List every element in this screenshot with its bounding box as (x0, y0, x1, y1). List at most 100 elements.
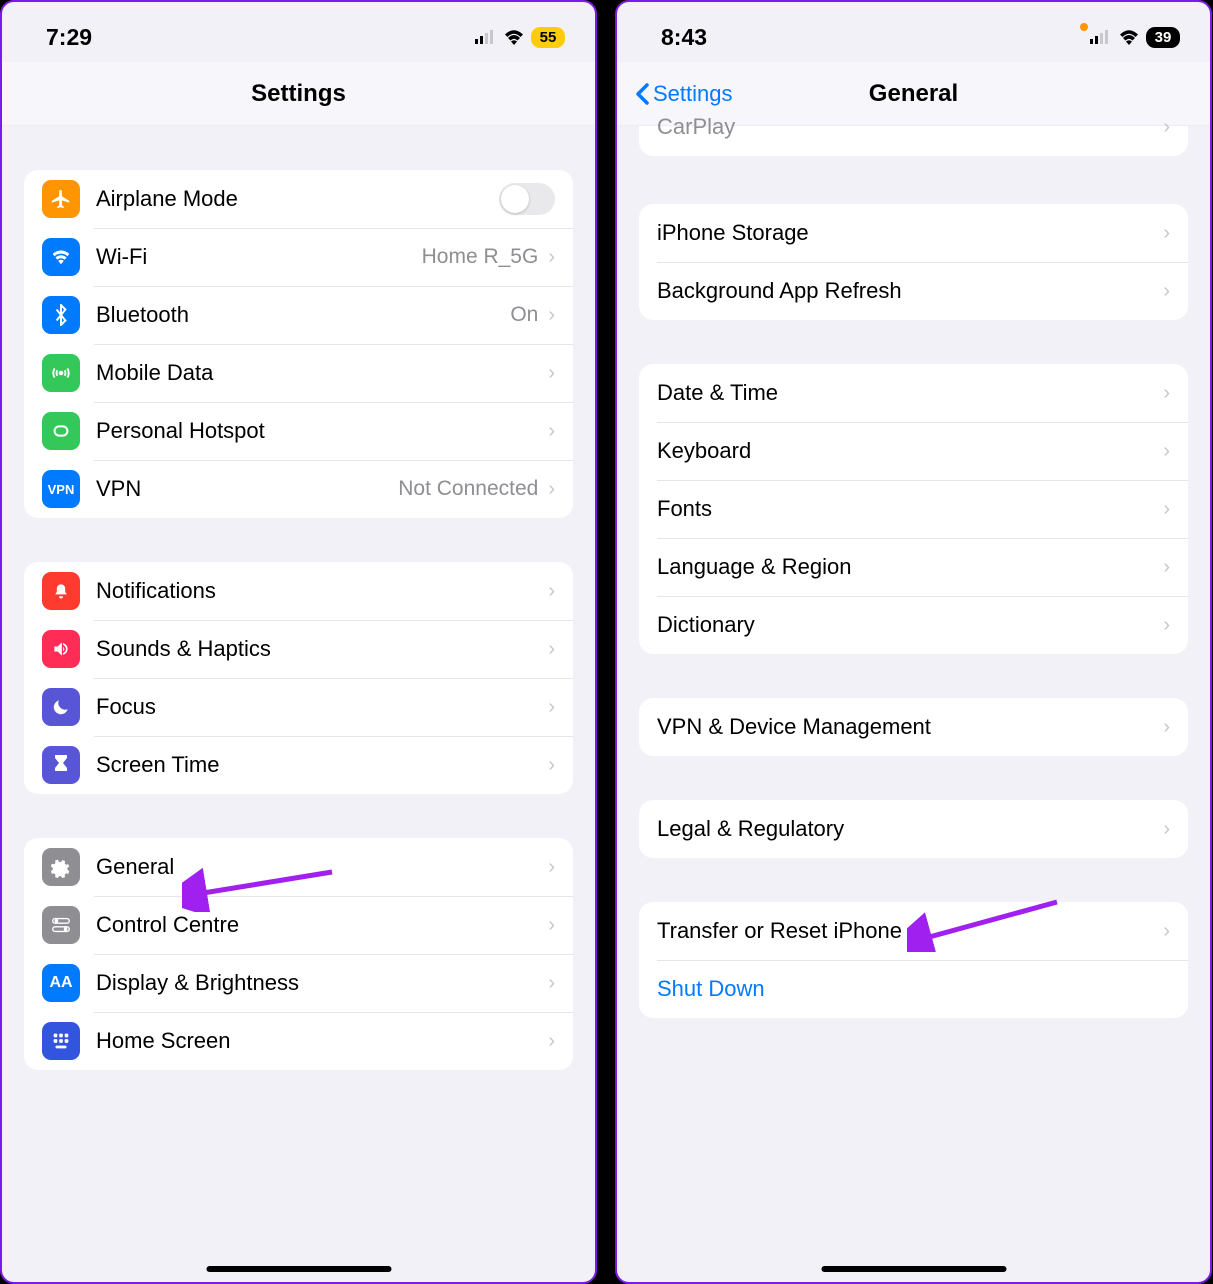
row-vpn[interactable]: VPN VPN Not Connected › (24, 460, 573, 518)
phone-settings: 7:29 55 Settings Airplane Mode Wi-Fi (0, 0, 597, 1284)
row-keyboard[interactable]: Keyboard › (639, 422, 1188, 480)
row-label: Screen Time (96, 752, 548, 778)
row-value: On (510, 303, 538, 327)
chevron-right-icon: › (548, 1030, 555, 1053)
speaker-icon (42, 630, 80, 668)
general-content[interactable]: CarPlay › iPhone Storage › Background Ap… (617, 98, 1210, 1018)
row-label: CarPlay (657, 114, 1163, 140)
chevron-right-icon: › (1163, 440, 1170, 463)
signal-icon (475, 30, 497, 44)
status-time: 8:43 (661, 24, 707, 51)
chevron-right-icon: › (548, 914, 555, 937)
row-wifi[interactable]: Wi-Fi Home R_5G › (24, 228, 573, 286)
row-label: Display & Brightness (96, 970, 548, 996)
phone-general: 8:43 39 Settings General CarPlay › iPhon… (615, 0, 1212, 1284)
row-legal[interactable]: Legal & Regulatory › (639, 800, 1188, 858)
chevron-right-icon: › (1163, 222, 1170, 245)
battery-badge: 55 (531, 27, 565, 48)
row-focus[interactable]: Focus › (24, 678, 573, 736)
chevron-right-icon: › (1163, 818, 1170, 841)
row-dictionary[interactable]: Dictionary › (639, 596, 1188, 654)
settings-content[interactable]: Airplane Mode Wi-Fi Home R_5G › Bluetoot… (2, 126, 595, 1070)
settings-group-partial: CarPlay › (639, 98, 1188, 156)
row-value: Home R_5G (422, 245, 539, 269)
row-label: iPhone Storage (657, 220, 1163, 246)
row-label: Transfer or Reset iPhone (657, 918, 1163, 944)
row-value: Not Connected (398, 477, 538, 501)
settings-group-datetime: Date & Time › Keyboard › Fonts › Languag… (639, 364, 1188, 654)
chevron-right-icon: › (1163, 382, 1170, 405)
chevron-right-icon: › (548, 754, 555, 777)
settings-group-reset: Transfer or Reset iPhone › Shut Down (639, 902, 1188, 1018)
chevron-right-icon: › (1163, 498, 1170, 521)
row-label: Notifications (96, 578, 548, 604)
row-fonts[interactable]: Fonts › (639, 480, 1188, 538)
bell-icon (42, 572, 80, 610)
chevron-right-icon: › (548, 972, 555, 995)
airplane-toggle[interactable] (499, 183, 555, 215)
row-shut-down[interactable]: Shut Down (639, 960, 1188, 1018)
row-general[interactable]: General › (24, 838, 573, 896)
settings-group-notifications: Notifications › Sounds & Haptics › Focus… (24, 562, 573, 794)
row-label: Home Screen (96, 1028, 548, 1054)
row-label: Wi-Fi (96, 244, 422, 270)
row-label: Keyboard (657, 438, 1163, 464)
row-label: Legal & Regulatory (657, 816, 1163, 842)
status-bar: 7:29 55 (2, 2, 595, 62)
gear-icon (42, 848, 80, 886)
chevron-right-icon: › (1163, 920, 1170, 943)
row-transfer-reset[interactable]: Transfer or Reset iPhone › (639, 902, 1188, 960)
row-display-brightness[interactable]: AA Display & Brightness › (24, 954, 573, 1012)
bluetooth-icon (42, 296, 80, 334)
row-label: Fonts (657, 496, 1163, 522)
airplane-icon (42, 180, 80, 218)
row-language-region[interactable]: Language & Region › (639, 538, 1188, 596)
chevron-right-icon: › (548, 638, 555, 661)
chevron-right-icon: › (548, 478, 555, 501)
nav-bar: Settings (2, 62, 595, 126)
row-label: Shut Down (657, 976, 1170, 1002)
chevron-right-icon: › (548, 696, 555, 719)
chevron-right-icon: › (1163, 614, 1170, 637)
row-iphone-storage[interactable]: iPhone Storage › (639, 204, 1188, 262)
row-label: VPN & Device Management (657, 714, 1163, 740)
chevron-right-icon: › (548, 246, 555, 269)
row-personal-hotspot[interactable]: Personal Hotspot › (24, 402, 573, 460)
wifi-icon (42, 238, 80, 276)
row-vpn-device[interactable]: VPN & Device Management › (639, 698, 1188, 756)
row-background-refresh[interactable]: Background App Refresh › (639, 262, 1188, 320)
row-sounds[interactable]: Sounds & Haptics › (24, 620, 573, 678)
chevron-right-icon: › (548, 420, 555, 443)
row-label: Mobile Data (96, 360, 548, 386)
settings-group-connectivity: Airplane Mode Wi-Fi Home R_5G › Bluetoot… (24, 170, 573, 518)
row-bluetooth[interactable]: Bluetooth On › (24, 286, 573, 344)
home-indicator[interactable] (821, 1266, 1006, 1272)
chevron-right-icon: › (1163, 116, 1170, 139)
chevron-right-icon: › (1163, 556, 1170, 579)
row-control-centre[interactable]: Control Centre › (24, 896, 573, 954)
row-label: Language & Region (657, 554, 1163, 580)
row-home-screen[interactable]: Home Screen › (24, 1012, 573, 1070)
row-label: Sounds & Haptics (96, 636, 548, 662)
home-indicator[interactable] (206, 1266, 391, 1272)
switches-icon (42, 906, 80, 944)
settings-group-general: General › Control Centre › AA Display & … (24, 838, 573, 1070)
row-airplane-mode[interactable]: Airplane Mode (24, 170, 573, 228)
chevron-right-icon: › (548, 362, 555, 385)
row-label: Airplane Mode (96, 186, 499, 212)
wifi-status-icon (503, 29, 525, 45)
chevron-right-icon: › (548, 856, 555, 879)
page-title: Settings (251, 80, 346, 108)
row-mobile-data[interactable]: Mobile Data › (24, 344, 573, 402)
row-label: Dictionary (657, 612, 1163, 638)
moon-icon (42, 688, 80, 726)
antenna-icon (42, 354, 80, 392)
signal-icon (1090, 30, 1112, 44)
hourglass-icon (42, 746, 80, 784)
row-notifications[interactable]: Notifications › (24, 562, 573, 620)
chevron-right-icon: › (1163, 716, 1170, 739)
row-date-time[interactable]: Date & Time › (639, 364, 1188, 422)
row-carplay[interactable]: CarPlay › (639, 98, 1188, 156)
row-screen-time[interactable]: Screen Time › (24, 736, 573, 794)
row-label: Bluetooth (96, 302, 510, 328)
